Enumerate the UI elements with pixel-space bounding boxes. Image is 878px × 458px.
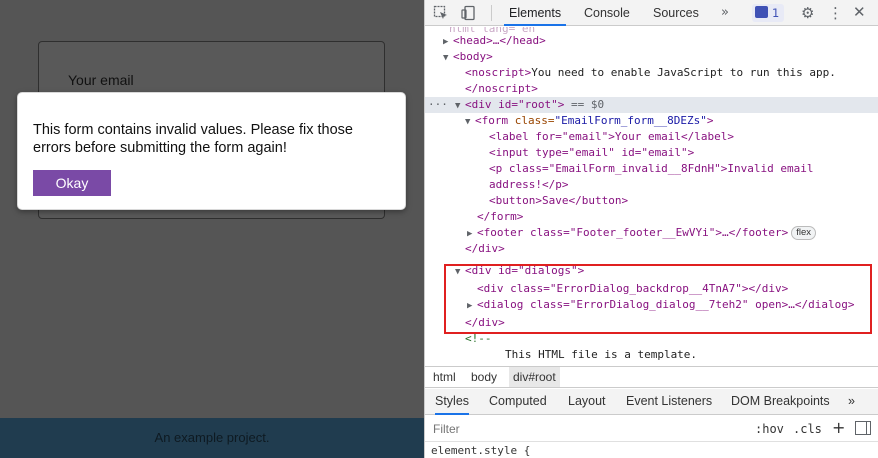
expand-arrow-icon[interactable]: ▶ — [467, 298, 477, 314]
styles-filter-bar: :hov .cls + — [425, 416, 878, 442]
dom-line-button[interactable]: <button>Save</button> — [489, 193, 628, 209]
error-dialog-message: This form contains invalid values. Pleas… — [33, 122, 353, 156]
tag-text: <input type="email" id="email"> — [489, 146, 695, 159]
tab-sources[interactable]: Sources — [653, 0, 699, 26]
expand-arrow-icon[interactable]: ▶ — [443, 34, 453, 50]
styles-filter-input[interactable] — [433, 420, 733, 438]
error-dialog: This form contains invalid values. Pleas… — [17, 92, 406, 210]
dom-line-backdrop[interactable]: <div class="ErrorDialog_backdrop__4TnA7"… — [477, 281, 788, 297]
dom-line-noscript[interactable]: <noscript>You need to enable JavaScript … — [465, 65, 836, 81]
inspect-element-icon[interactable] — [433, 5, 449, 21]
tag-text: <div class="ErrorDialog_backdrop__4TnA7"… — [477, 282, 789, 295]
tag-text: <button>Save</button> — [489, 194, 629, 207]
device-toolbar-icon[interactable] — [461, 5, 477, 21]
tag-text: <noscript> — [465, 66, 532, 79]
dom-line-p-cont[interactable]: address!</p> — [489, 177, 568, 193]
hov-toggle[interactable]: :hov — [755, 420, 784, 438]
tag-text: <label for="email">Your email</label> — [489, 130, 735, 143]
dom-line-dialogs-close[interactable]: </div> — [465, 315, 505, 331]
dom-line-dialogs[interactable]: ▼ <div id="dialogs"> — [455, 263, 584, 279]
devtools-panel: Elements Console Sources » 1 ⚙ ⋮ ✕ html … — [424, 0, 878, 458]
attr-name: class= — [514, 114, 555, 127]
dom-line-dialog[interactable]: ▶ <dialog class="ErrorDialog_dialog__7teh… — [467, 297, 855, 313]
dom-line-body[interactable]: ▼ <body> — [443, 49, 493, 65]
dom-line-comment-text[interactable]: This HTML file is a template. — [505, 347, 697, 363]
breadcrumb-html[interactable]: html — [433, 367, 456, 387]
tag-text: <form — [475, 114, 509, 127]
dom-tree: html lang="en" ▶ <head>…</head> ▼ <body> <… — [425, 27, 878, 365]
tag-text: <p class="EmailForm_invalid__8FdnH">Inva… — [489, 162, 814, 175]
collapse-arrow-icon[interactable]: ▼ — [455, 264, 465, 280]
tag-text: </div> — [465, 316, 505, 329]
issues-badge[interactable]: 1 — [752, 4, 784, 22]
tag-text: <div id="dialogs"> — [465, 264, 585, 277]
new-style-rule-icon[interactable]: + — [832, 418, 845, 437]
tab-elements[interactable]: Elements — [504, 0, 567, 26]
dom-line-noscript-close[interactable]: </noscript> — [465, 81, 538, 97]
dom-line-form[interactable]: ▼ <form class="EmailForm_form__8DEZs"> — [465, 113, 713, 129]
styles-pane: element.style { — [425, 443, 878, 458]
app-footer: An example project. — [0, 418, 424, 458]
tag-text: </div> — [465, 242, 505, 255]
toggle-sidebar-icon[interactable] — [855, 421, 871, 435]
more-subtabs-icon[interactable]: » — [848, 389, 855, 413]
dom-line-label[interactable]: <label for="email">Your email</label> — [489, 129, 734, 145]
dom-line-form-close[interactable]: </form> — [477, 209, 523, 225]
tab-styles[interactable]: Styles — [435, 389, 470, 415]
dom-line-root-close[interactable]: </div> — [465, 241, 505, 257]
expand-arrow-icon[interactable]: ▶ — [467, 226, 477, 242]
dom-line-input[interactable]: <input type="email" id="email"> — [489, 145, 694, 161]
tab-computed[interactable]: Computed — [489, 389, 547, 413]
breadcrumb-body[interactable]: body — [471, 367, 497, 387]
tab-dom-breakpoints[interactable]: DOM Breakpoints — [731, 389, 830, 413]
more-tabs-icon[interactable]: » — [721, 0, 729, 26]
dom-line-root-selected[interactable]: ··· ▼ <div id="root"> == $0 — [425, 97, 878, 113]
collapse-arrow-icon[interactable]: ▼ — [465, 114, 475, 130]
tab-layout[interactable]: Layout — [568, 389, 606, 413]
message-icon — [755, 6, 768, 18]
toolbar-separator — [491, 5, 492, 21]
tag-text: <body> — [453, 50, 493, 63]
gear-icon[interactable]: ⚙ — [801, 4, 814, 22]
close-icon[interactable]: ✕ — [853, 3, 866, 21]
tag-text: </form> — [477, 210, 524, 223]
cls-toggle[interactable]: .cls — [793, 420, 822, 438]
dom-line-head[interactable]: ▶ <head>…</head> — [443, 33, 546, 49]
tag-text: <head>…</head> — [453, 34, 546, 47]
root-line-content: ▼ <div id="root"> == $0 — [455, 97, 604, 114]
flex-badge[interactable]: flex — [791, 226, 817, 240]
tag-text: </noscript> — [465, 82, 538, 95]
comment-text: This HTML file is a template. — [505, 348, 698, 361]
element-style-rule[interactable]: element.style { — [431, 444, 530, 457]
attr-value: "EmailForm_form__8DEZs" — [554, 114, 707, 127]
selected-marker: == $0 — [570, 98, 605, 111]
more-options-icon[interactable]: ⋮ — [828, 4, 843, 22]
collapse-arrow-icon[interactable]: ▼ — [455, 98, 465, 114]
ellipsis-icon[interactable]: ··· — [428, 97, 448, 113]
tab-console[interactable]: Console — [584, 0, 630, 26]
okay-button[interactable]: Okay — [33, 170, 111, 196]
tag-text: <footer class="Footer_footer__EwVYi">…</… — [477, 226, 789, 239]
tag-text: <dialog class="ErrorDialog_dialog__7teh2… — [477, 298, 855, 311]
tab-event-listeners[interactable]: Event Listeners — [626, 389, 712, 413]
breadcrumb: html body div#root — [425, 366, 878, 388]
issues-count: 1 — [772, 6, 780, 20]
dom-line-footer[interactable]: ▶ <footer class="Footer_footer__EwVYi">…<… — [467, 225, 817, 242]
email-label: Your email — [68, 72, 134, 88]
breadcrumb-div-root[interactable]: div#root — [509, 367, 560, 387]
tag-text: <div id="root"> — [465, 98, 565, 111]
app-preview: Your email An example project. This form… — [0, 0, 424, 458]
dom-line-comment-open[interactable]: <!-- — [465, 331, 492, 347]
collapse-arrow-icon[interactable]: ▼ — [443, 50, 453, 66]
noscript-text: You need to enable JavaScript to run thi… — [531, 66, 836, 79]
dom-line-p[interactable]: <p class="EmailForm_invalid__8FdnH">Inva… — [489, 161, 814, 177]
comment-text: <!-- — [465, 332, 492, 345]
styles-subtabs: Styles Computed Layout Event Listeners D… — [425, 389, 878, 415]
devtools-tabbar: Elements Console Sources » 1 ⚙ ⋮ ✕ — [425, 0, 878, 26]
tag-text: address!</p> — [489, 178, 569, 191]
